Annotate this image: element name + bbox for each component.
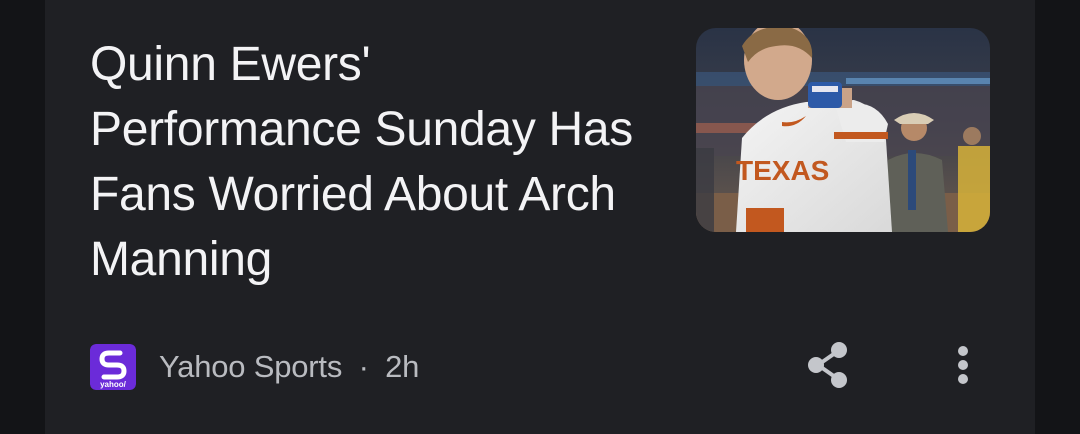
source-meta: Yahoo Sports · 2h bbox=[159, 349, 419, 385]
news-feed: Quinn Ewers' Performance Sunday Has Fans… bbox=[0, 0, 1080, 434]
published-time: 2h bbox=[385, 349, 420, 384]
svg-text:yahoo/: yahoo/ bbox=[100, 380, 127, 389]
more-vertical-icon bbox=[956, 345, 970, 390]
meta-separator: · bbox=[358, 349, 369, 384]
yahoo-sports-logo-icon: yahoo/ bbox=[90, 344, 136, 390]
share-icon bbox=[806, 341, 850, 394]
article-thumbnail[interactable]: TEXAS bbox=[696, 28, 990, 232]
jersey-text: TEXAS bbox=[736, 155, 829, 186]
article-source[interactable]: yahoo/ Yahoo Sports · 2h bbox=[90, 344, 419, 390]
source-name: Yahoo Sports bbox=[159, 349, 343, 384]
article-headline[interactable]: Quinn Ewers' Performance Sunday Has Fans… bbox=[90, 32, 650, 292]
more-options-button[interactable] bbox=[936, 340, 990, 394]
share-button[interactable] bbox=[801, 340, 855, 394]
news-card[interactable]: Quinn Ewers' Performance Sunday Has Fans… bbox=[45, 0, 1035, 434]
